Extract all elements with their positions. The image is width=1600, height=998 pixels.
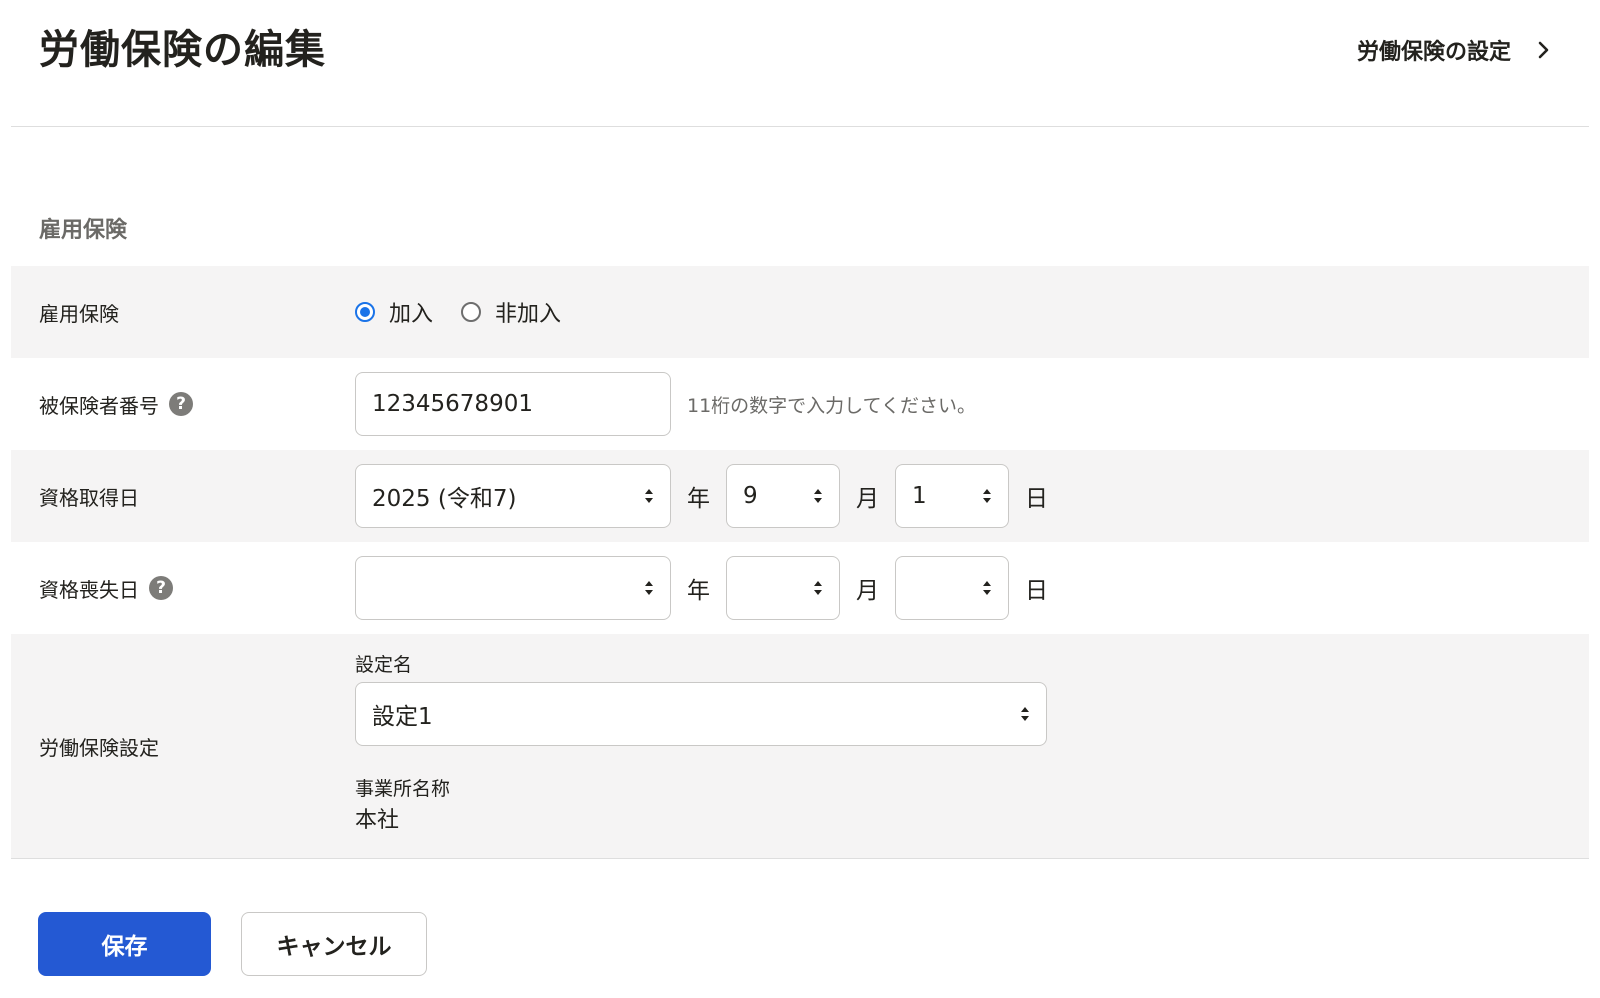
radio-enrolled-label: 加入: [389, 302, 434, 327]
unit-year: 年: [687, 486, 710, 512]
help-icon[interactable]: ?: [149, 576, 173, 600]
select-arrows-icon: [814, 489, 822, 503]
unit-day: 日: [1025, 578, 1048, 604]
unit-month: 月: [856, 486, 879, 512]
office-name-value: 本社: [355, 808, 400, 833]
insured-number-label: 被保険者番号 ?: [39, 390, 193, 419]
save-button[interactable]: 保存: [38, 912, 211, 976]
employment-insurance-form: 雇用保険 加入 非加入 被保険者番号 ? 12345678901 11桁の数字で…: [11, 266, 1589, 859]
labor-insurance-setting-row: 労働保険設定 設定名 設定1 事業所名称 本社: [11, 634, 1589, 859]
labor-insurance-setting-label: 労働保険設定: [39, 735, 159, 760]
radio-enrolled-circle[interactable]: [355, 302, 375, 322]
acquisition-day-select[interactable]: 1: [895, 464, 1009, 528]
loss-month-select[interactable]: [726, 556, 840, 620]
page-title: 労働保険の編集: [39, 27, 326, 73]
help-icon[interactable]: ?: [169, 392, 193, 416]
select-arrows-icon: [1021, 707, 1029, 721]
unit-day: 日: [1025, 486, 1048, 512]
select-arrows-icon: [645, 489, 653, 503]
page-header: 労働保険の編集 労働保険の設定: [11, 0, 1589, 127]
acquisition-date-label: 資格取得日: [39, 485, 139, 510]
insured-number-field: 12345678901 11桁の数字で入力してください。: [355, 372, 976, 436]
insured-number-row: 被保険者番号 ? 12345678901 11桁の数字で入力してください。: [11, 358, 1589, 450]
radio-not-enrolled-label: 非加入: [495, 302, 562, 327]
cancel-button[interactable]: キャンセル: [241, 912, 427, 976]
loss-year-select[interactable]: [355, 556, 671, 620]
acquisition-date-field: 2025 (令和7) 年 9 月 1 日: [355, 464, 1064, 528]
radio-enrolled[interactable]: 加入: [355, 296, 433, 328]
page: 労働保険の編集 労働保険の設定 雇用保険 雇用保険 加入 非加入 被保険者番号 …: [0, 0, 1600, 998]
labor-insurance-settings-link[interactable]: 労働保険の設定: [1357, 30, 1553, 70]
acquisition-day-value: 1: [912, 483, 927, 509]
radio-not-enrolled-circle[interactable]: [461, 302, 482, 322]
insured-number-hint: 11桁の数字で入力してください。: [687, 394, 977, 417]
employment-insurance-label: 雇用保険: [39, 301, 119, 326]
section-title: 雇用保険: [39, 218, 128, 243]
acquisition-year-select[interactable]: 2025 (令和7): [355, 464, 671, 528]
office-name-label: 事業所名称: [355, 778, 451, 800]
select-arrows-icon: [645, 581, 653, 595]
select-arrows-icon: [983, 581, 991, 595]
loss-date-field: 年 月 日: [355, 556, 1064, 620]
setting-name-label: 設定名: [355, 654, 413, 676]
employment-insurance-radio-group: 加入 非加入: [355, 296, 561, 328]
acquisition-date-row: 資格取得日 2025 (令和7) 年 9 月 1 日: [11, 450, 1589, 542]
chevron-right-icon: [1538, 41, 1549, 59]
acquisition-year-value: 2025 (令和7): [372, 486, 517, 512]
select-arrows-icon: [814, 581, 822, 595]
employment-insurance-row: 雇用保険 加入 非加入: [11, 266, 1589, 358]
loss-day-select[interactable]: [895, 556, 1009, 620]
loss-date-row: 資格喪失日 ? 年 月 日: [11, 542, 1589, 634]
unit-month: 月: [856, 578, 879, 604]
unit-year: 年: [687, 578, 710, 604]
acquisition-month-value: 9: [743, 483, 758, 509]
insured-number-input[interactable]: 12345678901: [355, 372, 671, 436]
setting-name-select[interactable]: 設定1: [355, 682, 1047, 746]
loss-date-label: 資格喪失日 ?: [39, 574, 173, 603]
settings-link-label: 労働保険の設定: [1356, 40, 1511, 65]
acquisition-month-select[interactable]: 9: [726, 464, 840, 528]
setting-name-value: 設定1: [372, 704, 433, 730]
labor-insurance-setting-field: 設定名 設定1 事業所名称 本社: [355, 650, 1047, 838]
radio-not-enrolled[interactable]: 非加入: [461, 296, 561, 328]
employment-insurance-field: 加入 非加入: [355, 296, 561, 328]
form-actions: 保存 キャンセル: [38, 912, 427, 976]
select-arrows-icon: [983, 489, 991, 503]
